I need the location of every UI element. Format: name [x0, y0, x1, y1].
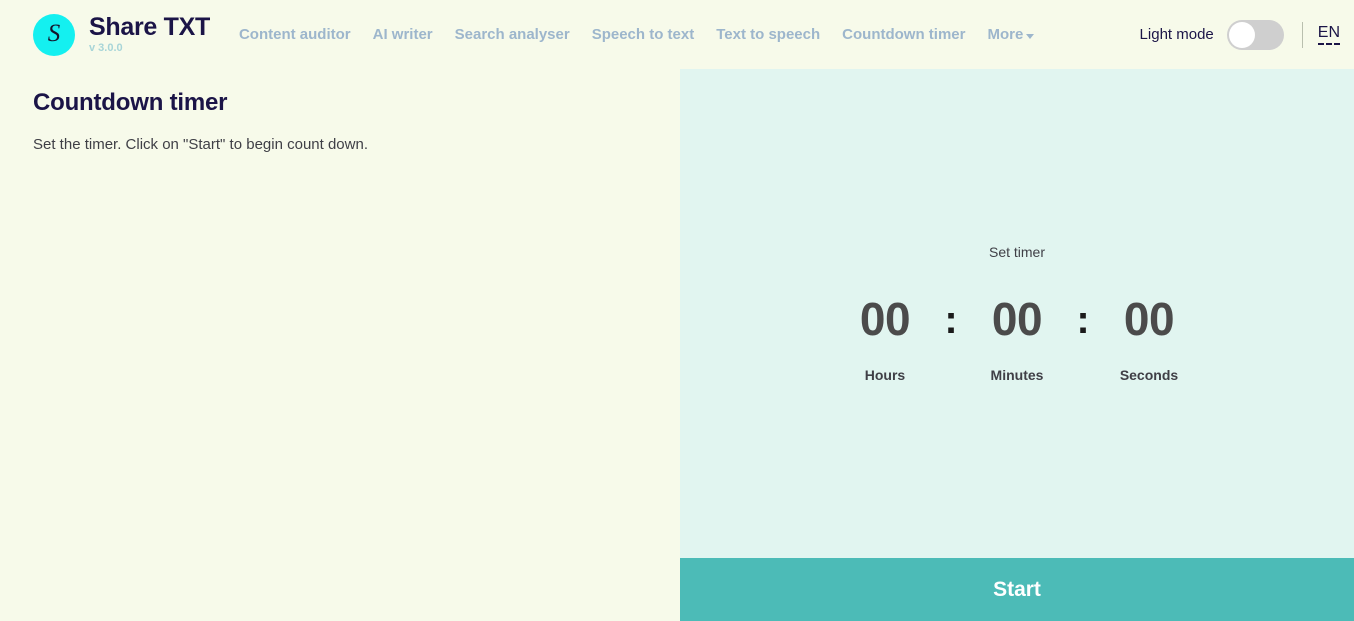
nav-item-search-analyser[interactable]: Search analyser [444, 22, 581, 47]
page-title: Countdown timer [33, 89, 228, 116]
chevron-down-icon [1026, 34, 1035, 39]
theme-mode-label: Light mode [1139, 26, 1214, 43]
timer-panel: Set timer 00 Hours : 00 Minutes : 00 Sec… [680, 69, 1354, 621]
timer-field-hours[interactable]: 00 Hours [830, 296, 940, 383]
timer-separator-1: : [944, 298, 958, 342]
language-selector[interactable]: EN [1317, 24, 1340, 46]
nav-item-text-to-speech[interactable]: Text to speech [705, 22, 831, 47]
logo-letter: S [47, 20, 61, 47]
nav-item-content-auditor[interactable]: Content auditor [228, 22, 362, 47]
timer-fields-row: 00 Hours : 00 Minutes : 00 Seconds [830, 296, 1204, 383]
app-version: v 3.0.0 [89, 41, 123, 54]
toggle-knob [1228, 21, 1255, 48]
timer-separator-2: : [1076, 298, 1090, 342]
app-header: S Share TXT v 3.0.0 Content auditor AI w… [0, 0, 1354, 69]
hours-label: Hours [864, 367, 906, 383]
minutes-input[interactable]: 00 [992, 296, 1043, 342]
header-divider [1301, 21, 1303, 48]
page-subtitle: Set the timer. Click on "Start" to begin… [33, 135, 368, 153]
content-pane: Countdown timer Set the timer. Click on … [0, 69, 680, 621]
timer-display: Set timer 00 Hours : 00 Minutes : 00 Sec… [680, 69, 1354, 558]
nav-item-more[interactable]: More [976, 22, 1039, 47]
app-title: Share TXT [89, 12, 210, 41]
seconds-label: Seconds [1119, 367, 1179, 383]
start-button[interactable]: Start [680, 558, 1354, 621]
share-txt-logo-icon: S [33, 13, 75, 56]
timer-field-seconds[interactable]: 00 Seconds [1094, 296, 1204, 383]
nav-more-label: More [987, 26, 1024, 43]
seconds-input[interactable]: 00 [1124, 296, 1175, 342]
hours-input[interactable]: 00 [860, 296, 911, 342]
theme-mode-toggle[interactable] [1226, 19, 1284, 50]
brand-text: Share TXT v 3.0.0 [89, 12, 210, 56]
minutes-label: Minutes [990, 367, 1044, 383]
timer-field-minutes[interactable]: 00 Minutes [962, 296, 1072, 383]
header-controls: Light mode EN [1139, 19, 1340, 50]
set-timer-label: Set timer [988, 244, 1045, 260]
nav-item-ai-writer[interactable]: AI writer [362, 22, 444, 47]
main-navigation: Content auditor AI writer Search analyse… [228, 22, 1039, 47]
nav-item-countdown-timer[interactable]: Countdown timer [831, 22, 976, 47]
brand-logo-link[interactable]: S Share TXT v 3.0.0 [33, 12, 210, 56]
nav-item-speech-to-text[interactable]: Speech to text [581, 22, 706, 47]
